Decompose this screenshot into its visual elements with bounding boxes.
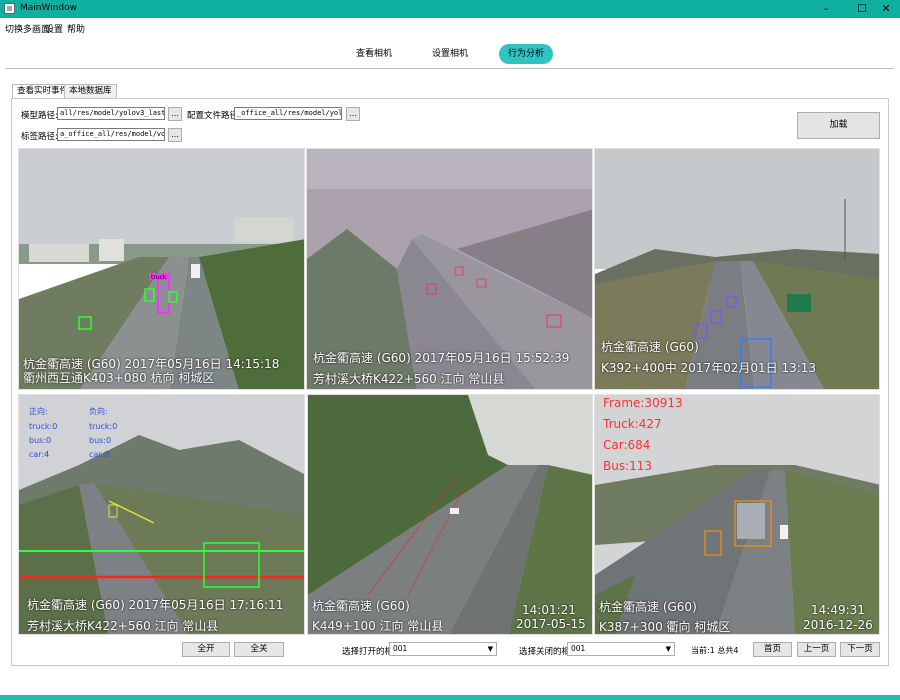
camera-view-6[interactable]: Frame:30913 Truck:427 Car:684 Bus:113 杭金… [594,394,880,635]
tab-local-database[interactable]: 本地数据库 [64,84,117,98]
nav-set-camera[interactable]: 设置相机 [423,44,477,64]
nav-divider [6,68,894,69]
model-browse-button[interactable]: ... [168,107,182,121]
count-bus: Bus:113 [603,459,653,473]
next-page-button[interactable]: 下一页 [840,642,880,657]
tags-path-label: 标签路径: [21,132,58,142]
camera-6-date: 2016-12-26 [803,618,873,632]
close-camera-select[interactable]: 001 ▼ [567,642,675,656]
camera-1-caption-line2: 衢州西互通K403+080 杭向 柯城区 [23,371,215,385]
prev-page-button[interactable]: 上一页 [797,642,836,657]
config-path-field[interactable]: _office_all/res/model/yolov3.cfg [234,107,342,120]
stats-reverse-title: 负向: [89,407,108,416]
camera-3-caption-line1: 杭金衢高速 (G60) [601,340,699,354]
first-page-button[interactable]: 首页 [753,642,792,657]
stats-forward-title: 正向: [29,407,48,416]
bottom-accent-bar [0,695,900,700]
open-camera-value: 001 [393,644,408,653]
camera-view-2[interactable]: 杭金衢高速 (G60) 2017年05月16日 15:52:39 芳村溪大桥K4… [306,148,593,390]
stats-forward-car: car:4 [29,450,50,459]
stats-forward-bus: bus:0 [29,436,52,445]
camera-5-caption-line1: 杭金衢高速 (G60) [312,599,410,613]
nav-view-camera[interactable]: 查看相机 [347,44,401,64]
menu-help[interactable]: 帮助 [67,22,85,35]
stats-reverse-bus: bus:0 [89,436,112,445]
page-info: 当前:1 总共4 [691,646,739,655]
open-camera-select[interactable]: 001 ▼ [389,642,497,656]
camera-view-1[interactable]: 杭金衢高速 (G60) 2017年05月16日 14:15:18 衢州西互通K4… [18,148,305,390]
config-path-label: 配置文件路径: [187,111,241,121]
app-icon [4,3,15,14]
load-button[interactable]: 加载 [797,112,880,139]
camera-feed-1 [19,149,304,389]
camera-4-caption-line2: 芳村溪大桥K422+560 江向 常山县 [27,619,219,633]
camera-5-caption-line2: K449+100 江向 常山县 [312,619,444,633]
camera-3-caption-line2: K392+400中 2017年02月01日 13:13 [601,361,817,375]
menu-switch-multiview[interactable]: 切换多画面 [5,22,50,35]
chevron-down-icon: ▼ [665,645,671,653]
camera-2-caption-line1: 杭金衢高速 (G60) 2017年05月16日 15:52:39 [313,351,570,365]
count-car: Car:684 [603,438,651,452]
camera-6-caption-line1: 杭金衢高速 (G60) [599,600,697,614]
stats-reverse-truck: truck:0 [89,422,118,431]
nav-behavior-analysis[interactable]: 行为分析 [499,44,553,64]
config-browse-button[interactable]: ... [346,107,360,121]
menu-bar: 切换多画面 设置 帮助 [0,18,900,36]
model-path-label: 模型路径: [21,111,58,121]
count-frame: Frame:30913 [603,396,683,410]
window-title: MainWindow [20,3,77,13]
stats-forward-truck: truck:0 [29,422,58,431]
close-button[interactable]: ✕ [872,0,900,18]
close-camera-value: 001 [571,644,586,653]
tags-path-field[interactable]: a_office_all/res/model/voc.names [57,128,165,141]
model-path-field[interactable]: all/res/model/yolov3_last.weights [57,107,165,120]
camera-6-caption-line2: K387+300 衢向 柯城区 [599,620,731,634]
title-bar: MainWindow – ☐ ✕ [0,0,900,18]
tags-browse-button[interactable]: ... [168,128,182,142]
camera-4-caption-line1: 杭金衢高速 (G60) 2017年05月16日 17:16:11 [27,598,284,612]
camera-5-time: 14:01:21 [522,603,576,617]
close-all-button[interactable]: 全关 [234,642,284,657]
stats-reverse-car: car:0 [89,450,110,459]
count-truck: Truck:427 [603,417,662,431]
minimize-button[interactable]: – [812,0,840,18]
camera-view-3[interactable]: 杭金衢高速 (G60) K392+400中 2017年02月01日 13:13 [594,148,880,390]
open-all-button[interactable]: 全开 [182,642,230,657]
camera-view-5[interactable]: 杭金衢高速 (G60) K449+100 江向 常山县 14:01:21 201… [307,394,593,635]
detection-label-truck: truck [151,274,167,281]
menu-settings[interactable]: 设置 [45,22,63,35]
chevron-down-icon: ▼ [487,645,493,653]
camera-view-4[interactable]: 正向: truck:0 bus:0 car:4 负向: truck:0 bus:… [18,394,305,635]
camera-2-caption-line2: 芳村溪大桥K422+560 江向 常山县 [313,372,505,386]
camera-6-time: 14:49:31 [811,603,865,617]
camera-5-date: 2017-05-15 [516,617,586,631]
